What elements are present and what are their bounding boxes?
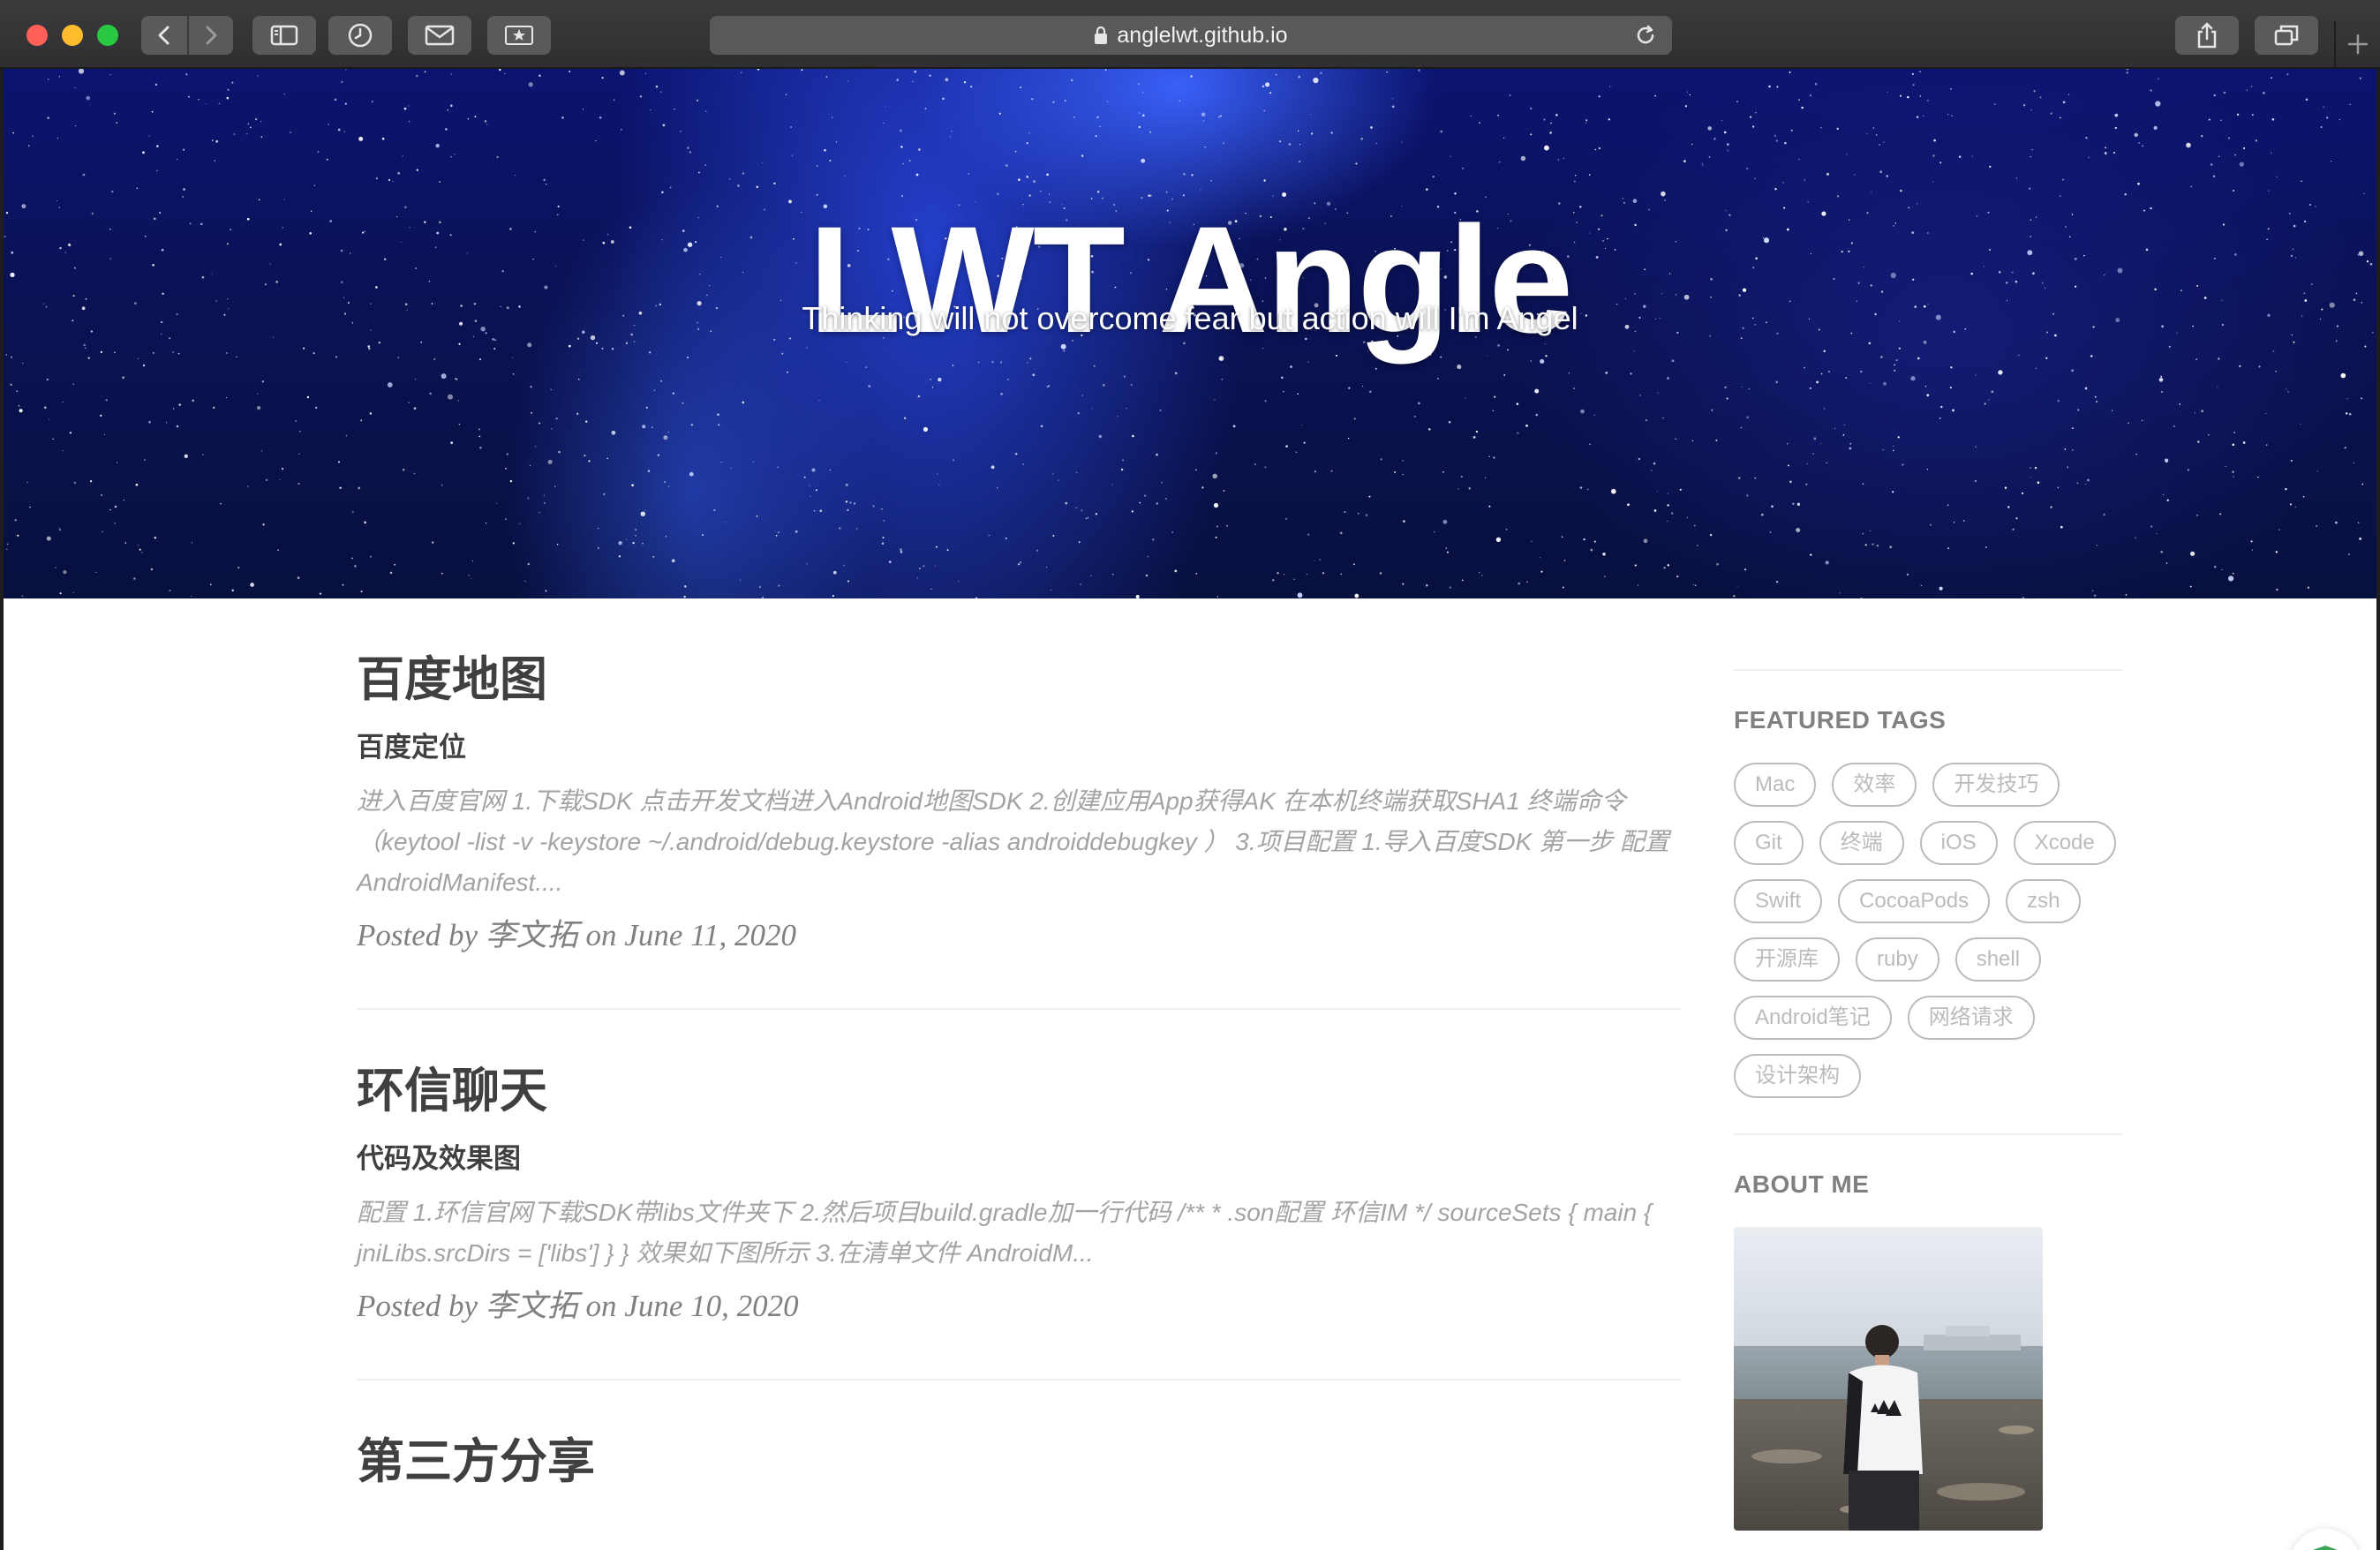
- new-tab-button[interactable]: [2334, 21, 2380, 67]
- post-list: 百度地图 百度定位 进入百度官网 1.下载SDK 点击开发文档进入Android…: [357, 651, 1681, 1550]
- shield-check-icon: [2312, 1546, 2339, 1550]
- back-button[interactable]: [141, 16, 187, 55]
- forward-button[interactable]: [187, 16, 233, 55]
- tabs-overview-icon: [2274, 25, 2299, 46]
- close-window-button[interactable]: [26, 25, 48, 46]
- mail-button[interactable]: [408, 16, 471, 55]
- tag-link[interactable]: ruby: [1856, 937, 1939, 982]
- minimize-window-button[interactable]: [62, 25, 83, 46]
- tag-link[interactable]: CocoaPods: [1838, 879, 1991, 923]
- tag-link[interactable]: shell: [1954, 937, 2042, 982]
- post-preview[interactable]: 百度地图 百度定位 进入百度官网 1.下载SDK 点击开发文档进入Android…: [357, 651, 1681, 1011]
- tag-list: Mac 效率 开发技巧 Git 终端 iOS Xcode Swift Cocoa…: [1734, 763, 2122, 1098]
- about-me-heading: ABOUT ME: [1734, 1170, 1870, 1198]
- post-title[interactable]: 环信聊天: [357, 1063, 1681, 1120]
- tag-link[interactable]: 开源库: [1734, 937, 1840, 982]
- sidebar-divider: [1734, 1133, 2122, 1135]
- reload-icon[interactable]: [1633, 23, 1658, 54]
- site-subtitle: Thinking will not overcome fear but acti…: [802, 300, 1578, 336]
- about-me-photo: [1734, 1227, 2043, 1531]
- url-text: anglelwt.github.io: [1117, 22, 1288, 48]
- post-title[interactable]: 百度地图: [357, 651, 1681, 709]
- share-button[interactable]: [2175, 16, 2239, 55]
- address-bar[interactable]: anglelwt.github.io: [710, 16, 1672, 55]
- site-title: LWT Angle: [808, 195, 1573, 365]
- tag-link[interactable]: 开发技巧: [1932, 763, 2060, 807]
- post-subtitle[interactable]: 代码及效果图: [357, 1141, 1681, 1177]
- post-subtitle[interactable]: 百度定位: [357, 730, 1681, 765]
- hero-banner: LWT Angle Thinking will not overcome fea…: [4, 69, 2376, 598]
- tag-link[interactable]: Git: [1734, 821, 1804, 865]
- zoom-window-button[interactable]: [97, 25, 118, 46]
- lock-icon: [1094, 26, 1108, 45]
- history-button[interactable]: [328, 16, 392, 55]
- star-icon: [505, 26, 533, 45]
- chevron-right-icon: [206, 26, 217, 45]
- browser-toolbar: anglelwt.github.io: [0, 0, 2380, 69]
- tag-link[interactable]: iOS: [1919, 821, 1998, 865]
- post-excerpt[interactable]: 进入百度官网 1.下载SDK 点击开发文档进入Android地图SDK 2.创建…: [357, 781, 1681, 903]
- tag-link[interactable]: Mac: [1734, 763, 1817, 807]
- post-preview[interactable]: 环信聊天 代码及效果图 配置 1.环信官网下载SDK带libs文件夹下 2.然后…: [357, 1063, 1681, 1381]
- post-preview[interactable]: 第三方分享: [357, 1433, 1681, 1544]
- tag-link[interactable]: 终端: [1819, 821, 1904, 865]
- post-meta: Posted by 李文拓 on June 11, 2020: [357, 918, 797, 953]
- security-extension-badge[interactable]: [2290, 1529, 2361, 1550]
- featured-tags-heading: FEATURED TAGS: [1734, 706, 1947, 734]
- sidebar-button[interactable]: [252, 16, 316, 55]
- sidebar-icon: [270, 25, 298, 46]
- tag-link[interactable]: Swift: [1734, 879, 1823, 923]
- plus-icon: [2347, 34, 2369, 55]
- sidebar-divider: [1734, 669, 2122, 671]
- chevron-left-icon: [158, 26, 169, 45]
- tag-link[interactable]: Xcode: [2013, 821, 2116, 865]
- post-meta: Posted by 李文拓 on June 10, 2020: [357, 1289, 799, 1324]
- envelope-icon: [425, 25, 455, 46]
- sidebar: FEATURED TAGS Mac 效率 开发技巧 Git 终端 iOS Xco…: [1734, 669, 2122, 1531]
- tag-link[interactable]: Android笔记: [1734, 996, 1892, 1040]
- post-excerpt[interactable]: 配置 1.环信官网下载SDK带libs文件夹下 2.然后项目build.grad…: [357, 1193, 1681, 1274]
- tag-link[interactable]: 设计架构: [1734, 1054, 1861, 1098]
- tag-link[interactable]: 网络请求: [1907, 996, 2035, 1040]
- navigation-buttons: [141, 16, 233, 55]
- tag-link[interactable]: zsh: [2006, 879, 2082, 923]
- clock-icon: [348, 23, 373, 48]
- tabs-overview-button[interactable]: [2255, 16, 2318, 55]
- favorites-button[interactable]: [487, 16, 551, 55]
- post-title[interactable]: 第三方分享: [357, 1433, 1681, 1491]
- tag-link[interactable]: 效率: [1832, 763, 1917, 807]
- page-viewport: LWT Angle Thinking will not overcome fea…: [4, 69, 2376, 1550]
- share-icon: [2197, 22, 2217, 49]
